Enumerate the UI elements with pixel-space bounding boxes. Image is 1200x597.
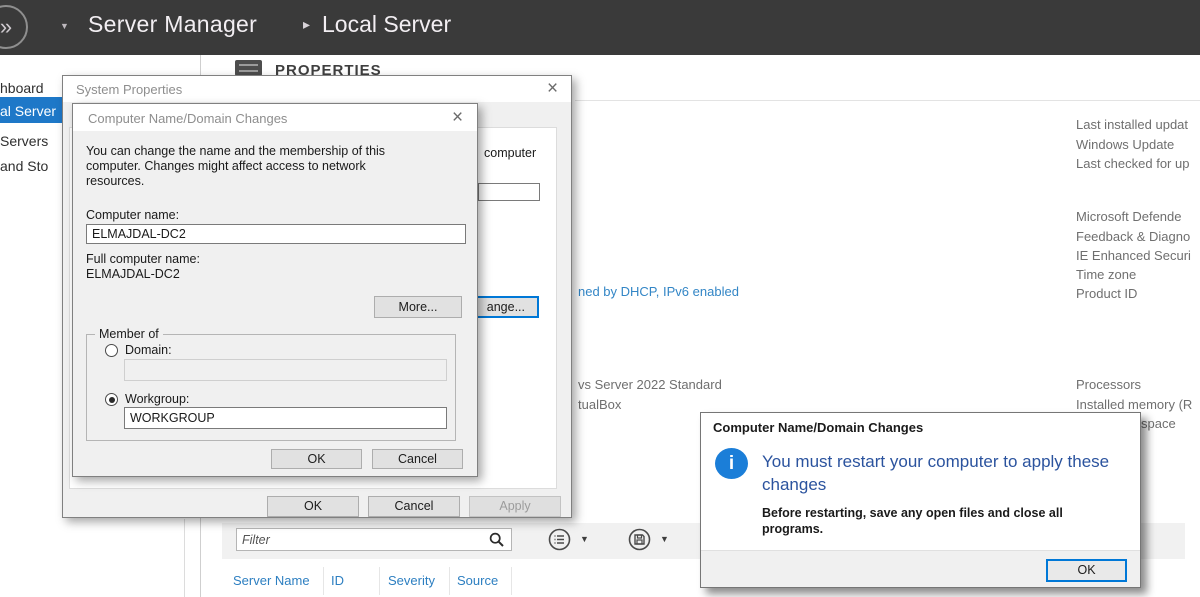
restart-instruction: You must restart your computer to apply … <box>762 450 1112 496</box>
name-dialog-title: Computer Name/Domain Changes <box>88 111 287 126</box>
cancel-button[interactable]: Cancel <box>372 449 463 469</box>
computer-text-fragment: computer <box>484 146 536 160</box>
close-icon[interactable]: × <box>452 110 463 126</box>
sidebar-item-file-storage[interactable]: and Sto <box>0 158 48 174</box>
panel-edge-line <box>184 519 185 597</box>
column-separator <box>511 567 512 595</box>
nav-back-icon[interactable]: » <box>0 5 28 49</box>
description-input-fragment[interactable] <box>478 183 540 201</box>
property-label-processors: Processors <box>1076 377 1141 392</box>
property-label-defender: Microsoft Defende <box>1076 209 1182 224</box>
property-label-disk-space: space <box>1141 416 1176 431</box>
restart-dialog: Computer Name/Domain Changes i You must … <box>700 412 1141 588</box>
restart-footer: OK <box>701 550 1140 587</box>
computer-name-label: Computer name: <box>86 208 179 222</box>
property-label-last-checked: Last checked for up <box>1076 156 1189 171</box>
column-separator <box>449 567 450 595</box>
screen: » ▼ Server Manager ▸ Local Server hboard… <box>0 0 1200 597</box>
name-dialog-description: You can change the name and the membersh… <box>86 144 416 189</box>
sidebar-item-local-server[interactable]: al Server <box>0 103 56 119</box>
workgroup-input[interactable] <box>124 407 447 429</box>
os-version-value: vs Server 2022 Standard <box>578 377 722 392</box>
app-title: Server Manager <box>88 11 257 38</box>
full-name-value: ELMAJDAL-DC2 <box>86 267 180 281</box>
name-dialog-titlebar: Computer Name/Domain Changes × <box>73 104 477 131</box>
system-properties-title: System Properties <box>76 82 182 97</box>
computer-name-input[interactable] <box>86 224 466 244</box>
member-of-group: Member of Domain: Workgroup: <box>86 334 456 441</box>
hardware-value: tualBox <box>578 397 621 412</box>
list-view-caret-icon[interactable]: ▼ <box>580 534 589 544</box>
property-label-feedback: Feedback & Diagno <box>1076 229 1190 244</box>
info-icon: i <box>715 448 748 479</box>
member-of-label: Member of <box>95 327 163 341</box>
search-icon[interactable] <box>489 532 505 548</box>
page-title: Local Server <box>322 11 451 38</box>
breadcrumb-arrow-icon: ▸ <box>303 16 310 33</box>
column-header-server-name[interactable]: Server Name <box>233 573 310 588</box>
app-header: » ▼ Server Manager ▸ Local Server <box>0 0 1200 55</box>
apply-button: Apply <box>469 496 561 517</box>
more-button[interactable]: More... <box>374 296 462 318</box>
list-view-icon[interactable] <box>548 528 571 551</box>
save-view-icon[interactable] <box>628 528 651 551</box>
property-label-time-zone: Time zone <box>1076 267 1136 282</box>
filter-input[interactable] <box>236 528 512 551</box>
ethernet-value-link[interactable]: ned by DHCP, IPv6 enabled <box>578 284 739 299</box>
restart-body: Before restarting, save any open files a… <box>762 505 1107 537</box>
workgroup-radio[interactable] <box>105 393 118 406</box>
ok-button[interactable]: OK <box>267 496 359 517</box>
properties-tile-icon <box>235 60 262 76</box>
name-changes-dialog: Computer Name/Domain Changes × You can c… <box>72 103 478 477</box>
property-label-windows-update: Windows Update <box>1076 137 1174 152</box>
restart-dialog-title: Computer Name/Domain Changes <box>713 420 923 435</box>
column-header-source[interactable]: Source <box>457 573 498 588</box>
save-view-caret-icon[interactable]: ▼ <box>660 534 669 544</box>
sidebar-item-all-servers[interactable]: Servers <box>0 133 48 149</box>
full-name-label: Full computer name: <box>86 252 200 266</box>
sidebar-item-dashboard[interactable]: hboard <box>0 80 44 96</box>
workgroup-label: Workgroup: <box>125 392 189 406</box>
column-separator <box>323 567 324 595</box>
domain-radio[interactable] <box>105 344 118 357</box>
properties-panel-top-border <box>575 100 1200 101</box>
column-separator <box>379 567 380 595</box>
property-label-ie-security: IE Enhanced Securi <box>1076 248 1191 263</box>
property-label-last-installed: Last installed updat <box>1076 117 1188 132</box>
column-header-id[interactable]: ID <box>331 573 344 588</box>
domain-label: Domain: <box>125 343 172 357</box>
property-label-product-id: Product ID <box>1076 286 1137 301</box>
cancel-button[interactable]: Cancel <box>368 496 460 517</box>
domain-input <box>124 359 447 381</box>
nav-caret-icon[interactable]: ▼ <box>60 21 69 31</box>
property-label-memory: Installed memory (R <box>1076 397 1192 412</box>
system-properties-titlebar: System Properties × <box>63 76 571 102</box>
ok-button[interactable]: OK <box>271 449 362 469</box>
close-icon[interactable]: × <box>547 81 558 97</box>
column-header-severity[interactable]: Severity <box>388 573 435 588</box>
restart-ok-button[interactable]: OK <box>1046 559 1127 582</box>
